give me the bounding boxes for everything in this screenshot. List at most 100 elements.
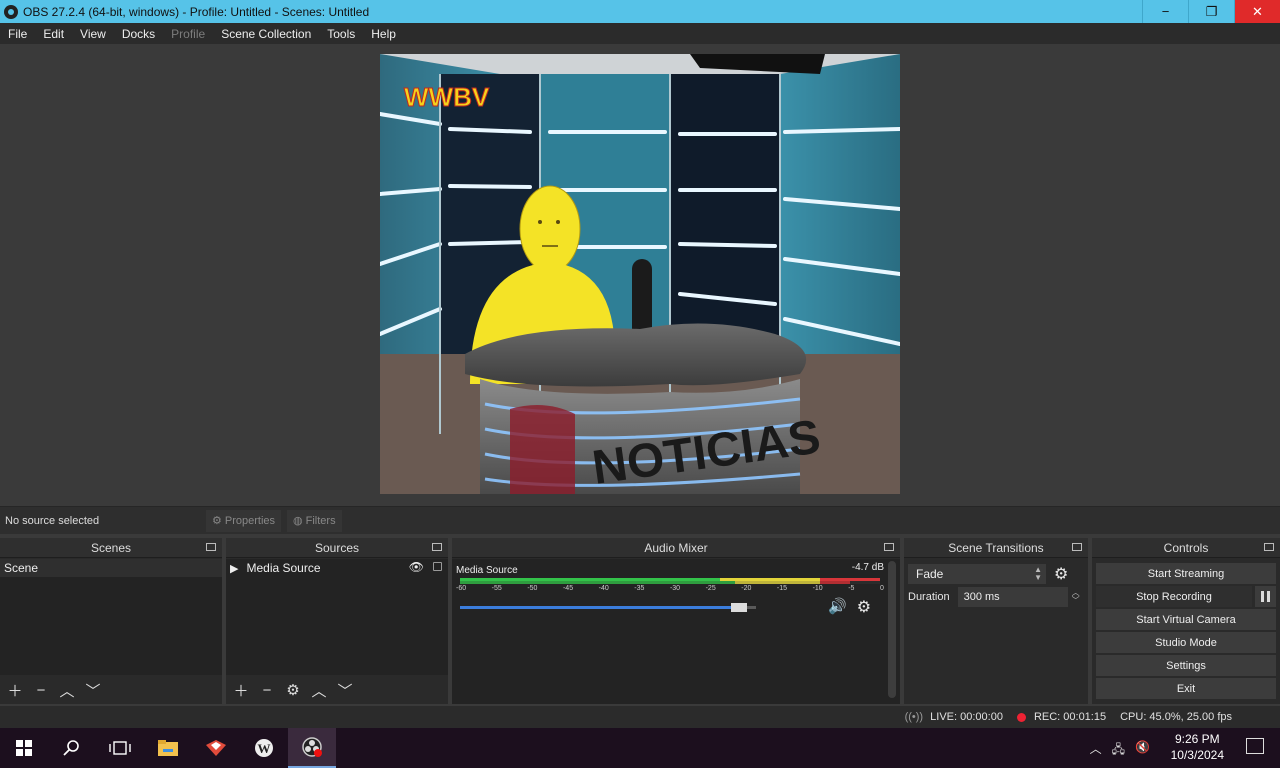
move-up-icon[interactable]: ︿ <box>310 681 328 700</box>
filters-button[interactable]: ◍ Filters <box>287 509 342 532</box>
start-streaming-button[interactable]: Start Streaming <box>1096 563 1276 584</box>
meter-tick-label: -50 <box>527 585 538 592</box>
taskbar-clock[interactable]: 9:26 PM 10/3/2024 <box>1171 731 1224 763</box>
meter-tick-label: -35 <box>634 585 645 592</box>
source-item-label: Media Source <box>246 561 321 575</box>
lock-icon[interactable] <box>433 562 442 571</box>
wordpress-icon: W <box>255 739 273 757</box>
broadcast-icon: ((•)) <box>904 711 924 723</box>
clock-date: 10/3/2024 <box>1170 748 1224 762</box>
stop-recording-button[interactable]: Stop Recording <box>1096 586 1252 607</box>
meter-tick-label: -20 <box>741 585 752 592</box>
speaker-muted-icon[interactable]: 🔇 <box>1135 740 1150 761</box>
undock-icon[interactable] <box>1264 543 1274 551</box>
preview-area[interactable]: WWBV NOTICIAS <box>0 44 1280 506</box>
menu-tools[interactable]: Tools <box>319 27 363 41</box>
scenes-dock: Scenes Scene ＋ − ︿ ﹀ <box>0 538 222 704</box>
visibility-eye-icon[interactable]: 👁 <box>409 560 424 574</box>
menu-file[interactable]: File <box>0 27 35 41</box>
remove-source-icon[interactable]: − <box>258 681 276 699</box>
obs-taskbar-button[interactable] <box>288 728 336 768</box>
menu-view[interactable]: View <box>72 27 114 41</box>
volume-slider-handle[interactable] <box>731 603 748 612</box>
minimize-button[interactable]: − <box>1142 0 1188 23</box>
mixer-scrollbar[interactable] <box>888 561 896 698</box>
menu-docks[interactable]: Docks <box>114 27 163 41</box>
undock-icon[interactable] <box>884 543 894 551</box>
video-preview[interactable]: WWBV NOTICIAS <box>380 54 900 494</box>
task-view-button[interactable] <box>96 728 144 768</box>
window-title: OBS 27.2.4 (64-bit, windows) - Profile: … <box>23 4 370 19</box>
meter-tick-label: -25 <box>705 585 716 592</box>
source-settings-gear-icon[interactable]: ⚙ <box>284 681 302 699</box>
source-status: No source selected <box>5 514 100 527</box>
audio-mixer-dock: Audio Mixer Media Source -4.7 dB -60 -55 -… <box>452 538 900 704</box>
red-app-icon <box>206 740 226 756</box>
pause-recording-button[interactable] <box>1255 586 1276 607</box>
live-timer: LIVE: 00:00:00 <box>930 711 1003 723</box>
task-view-icon <box>109 741 131 755</box>
pause-icon <box>1261 591 1270 602</box>
transition-gear-icon[interactable]: ⚙ <box>1054 564 1068 584</box>
volume-slider-fill <box>460 606 732 609</box>
show-hidden-icons-icon[interactable]: ︿ <box>1090 740 1102 761</box>
news-studio-image: WWBV NOTICIAS <box>380 54 900 494</box>
undock-icon[interactable] <box>432 543 442 551</box>
studio-mode-button[interactable]: Studio Mode <box>1096 632 1276 653</box>
notifications-icon[interactable] <box>1246 738 1264 754</box>
sources-footer: ＋ − ⚙ ︿ ﹀ <box>226 676 448 704</box>
speaker-icon[interactable]: 🔊 <box>828 597 847 617</box>
system-tray: ︿ 🖧 🔇 <box>1090 740 1150 761</box>
wordpress-button[interactable]: W <box>240 728 288 768</box>
duration-spinbox[interactable]: 300 ms <box>957 587 1068 607</box>
scene-transitions-title: Scene Transitions <box>948 540 1044 555</box>
channel-db: -4.7 dB <box>851 562 884 573</box>
scene-item[interactable]: Scene <box>0 559 222 577</box>
exit-button[interactable]: Exit <box>1096 678 1276 699</box>
status-bar: ((•)) LIVE: 00:00:00 REC: 00:01:15 CPU: … <box>0 706 1280 728</box>
mixer-channel-buttons: 🔊 ⚙ <box>828 597 871 617</box>
volume-slider[interactable] <box>460 603 756 612</box>
scene-transitions-header: Scene Transitions <box>904 538 1088 558</box>
undock-icon[interactable] <box>206 543 216 551</box>
add-scene-icon[interactable]: ＋ <box>6 681 24 700</box>
volume-meter <box>460 578 880 584</box>
remove-scene-icon[interactable]: − <box>32 681 50 699</box>
menu-scene-collection[interactable]: Scene Collection <box>213 27 319 41</box>
network-icon[interactable]: 🖧 <box>1112 740 1125 761</box>
meter-tick-label: -5 <box>848 585 855 592</box>
play-icon[interactable]: ▶ <box>230 562 238 575</box>
close-button[interactable]: ✕ <box>1234 0 1280 23</box>
scenes-footer: ＋ − ︿ ﹀ <box>0 676 222 704</box>
add-source-icon[interactable]: ＋ <box>232 681 250 700</box>
properties-button[interactable]: ⚙ Properties <box>206 509 282 532</box>
channel-name: Media Source <box>456 565 518 576</box>
scenes-title: Scenes <box>90 540 132 555</box>
menu-help[interactable]: Help <box>363 27 404 41</box>
spin-arrows-icon[interactable]: ︿ ﹀ <box>1072 589 1080 605</box>
menu-edit[interactable]: Edit <box>35 27 72 41</box>
rec-timer: REC: 00:01:15 <box>1033 711 1107 723</box>
menu-bar: File Edit View Docks Profile Scene Colle… <box>0 23 1280 44</box>
meter-tick-label: -10 <box>812 585 823 592</box>
start-virtual-camera-button[interactable]: Start Virtual Camera <box>1096 609 1276 630</box>
source-item[interactable]: ▶ Media Source 👁 <box>226 559 448 577</box>
transition-select[interactable]: Fade ▲ ▼ <box>908 564 1046 584</box>
start-button[interactable] <box>0 728 48 768</box>
controls-header: Controls <box>1092 538 1280 558</box>
app-red-button[interactable] <box>192 728 240 768</box>
file-explorer-button[interactable] <box>144 728 192 768</box>
menu-profile[interactable]: Profile <box>163 27 213 41</box>
meter-tick-label: -45 <box>562 585 574 592</box>
move-up-icon[interactable]: ︿ <box>58 681 76 700</box>
undock-icon[interactable] <box>1072 543 1082 551</box>
move-down-icon[interactable]: ﹀ <box>336 681 354 700</box>
meter-tick-label: -15 <box>776 585 788 592</box>
scenes-list: Scene <box>0 559 222 675</box>
restore-button[interactable]: ❐ <box>1188 0 1234 23</box>
settings-button[interactable]: Settings <box>1096 655 1276 676</box>
move-down-icon[interactable]: ﹀ <box>84 681 102 700</box>
meter-tick-label: -60 <box>456 585 467 592</box>
search-button[interactable] <box>48 728 96 768</box>
channel-gear-icon[interactable]: ⚙ <box>857 597 871 617</box>
